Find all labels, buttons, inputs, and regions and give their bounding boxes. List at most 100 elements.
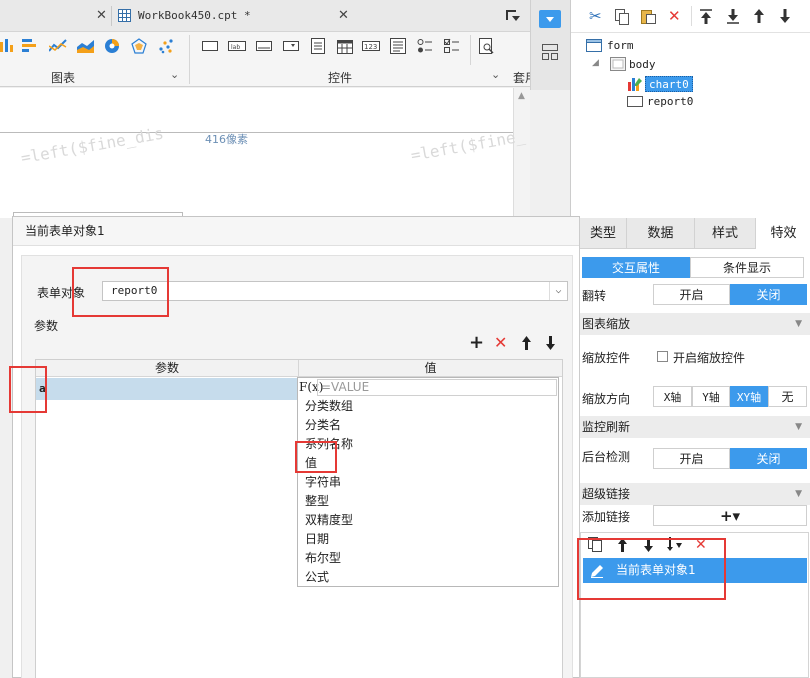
checkbox-group-widget-icon[interactable] bbox=[444, 38, 460, 54]
tab-effects[interactable]: 特效 bbox=[756, 218, 810, 249]
highlight-param-name bbox=[9, 366, 47, 413]
close-tab-icon[interactable]: ✕ bbox=[338, 8, 349, 23]
close-tab-icon[interactable]: ✕ bbox=[96, 8, 107, 23]
move-to-bottom-icon[interactable] bbox=[727, 9, 739, 24]
bg-check-on-button[interactable]: 开启 bbox=[653, 448, 730, 469]
group-divider bbox=[189, 35, 190, 84]
bg-check-off-button[interactable]: 关闭 bbox=[730, 448, 807, 469]
chevron-down-icon[interactable]: ⌄ bbox=[170, 68, 179, 81]
tab-style[interactable]: 样式 bbox=[695, 218, 756, 249]
zoom-widget-checkbox[interactable] bbox=[657, 351, 668, 362]
tree-node-body[interactable]: body bbox=[629, 57, 656, 73]
button-widget-icon[interactable] bbox=[256, 40, 272, 52]
tree-node-chart0[interactable]: chart0 bbox=[645, 76, 693, 92]
formula-watermark: =left($fine_dis bbox=[19, 123, 166, 168]
search-widget-icon[interactable] bbox=[479, 38, 495, 54]
delete-param-icon[interactable]: ✕ bbox=[494, 335, 507, 351]
zoom-widget-check-label: 开启缩放控件 bbox=[673, 351, 746, 365]
zoom-dir-none[interactable]: 无 bbox=[768, 386, 807, 407]
area-chart-icon[interactable] bbox=[77, 38, 95, 54]
zoom-section-header[interactable]: 图表缩放 ▼ bbox=[580, 313, 810, 335]
tab-data[interactable]: 数据 bbox=[627, 218, 695, 249]
layout-panel-icon[interactable] bbox=[542, 44, 558, 60]
type-option[interactable]: 双精度型 bbox=[305, 511, 353, 530]
add-link-button[interactable]: +▾ bbox=[653, 505, 807, 526]
type-option[interactable]: 分类数组 bbox=[305, 397, 353, 416]
tree-toolbar-divider bbox=[691, 6, 692, 26]
collapse-caret-icon[interactable]: ▼ bbox=[795, 483, 802, 505]
monitor-section-header[interactable]: 监控刷新 ▼ bbox=[580, 416, 810, 438]
canvas-scrollbar[interactable]: ▲ bbox=[513, 88, 530, 218]
date-widget-icon[interactable] bbox=[337, 38, 353, 54]
flip-on-button[interactable]: 开启 bbox=[653, 284, 730, 305]
list-widget-icon[interactable] bbox=[390, 38, 406, 54]
add-link-label: 添加链接 bbox=[582, 510, 631, 524]
component-panel-toggle[interactable] bbox=[539, 10, 561, 28]
zoom-dir-xy[interactable]: XY轴 bbox=[730, 386, 768, 407]
move-to-top-icon[interactable] bbox=[700, 9, 712, 24]
paste-icon[interactable] bbox=[641, 8, 656, 24]
tree-node-form[interactable]: form bbox=[607, 38, 634, 54]
hyperlink-section-header[interactable]: 超级链接 ▼ bbox=[580, 483, 810, 505]
chevron-down-icon[interactable]: ⌄ bbox=[491, 68, 500, 81]
radar-chart-icon[interactable] bbox=[131, 38, 147, 54]
pie-chart-icon[interactable] bbox=[104, 38, 120, 54]
collapse-caret-icon[interactable]: ▼ bbox=[795, 313, 802, 335]
zoom-dir-x[interactable]: X轴 bbox=[653, 386, 692, 407]
chevron-down-icon[interactable]: ⌵ bbox=[549, 282, 567, 300]
chart-group-label: 图表 bbox=[51, 71, 76, 85]
type-option[interactable]: 日期 bbox=[305, 530, 329, 549]
zoom-widget-label: 缩放控件 bbox=[582, 351, 631, 365]
body-node-icon bbox=[610, 57, 626, 71]
form-object-select[interactable]: report0 ⌵ bbox=[102, 281, 568, 301]
type-option[interactable]: 布尔型 bbox=[305, 549, 341, 568]
horizontal-bar-chart-icon[interactable] bbox=[22, 38, 38, 54]
tab-type[interactable]: 类型 bbox=[580, 218, 627, 249]
collapse-caret-icon[interactable]: ▼ bbox=[795, 416, 802, 438]
tree-node-report0[interactable]: report0 bbox=[647, 94, 693, 110]
add-param-icon[interactable]: + bbox=[469, 334, 484, 352]
bar-chart-icon[interactable] bbox=[0, 38, 14, 54]
textbox-widget-icon[interactable] bbox=[202, 40, 218, 52]
copy-icon[interactable] bbox=[615, 9, 629, 25]
type-option[interactable]: 整型 bbox=[305, 492, 329, 511]
label-widget-icon[interactable]: lab bbox=[228, 40, 246, 52]
formula-fx-icon[interactable]: F(x) bbox=[298, 378, 323, 396]
document-tab-bar: ✕ WorkBook450.cpt * ✕ bbox=[0, 0, 530, 32]
zoom-dir-y[interactable]: Y轴 bbox=[692, 386, 730, 407]
move-up-icon[interactable] bbox=[753, 9, 765, 24]
design-canvas: ▲ =left($fine_dis 416像素 =left($fine_ bbox=[0, 88, 530, 218]
chart-node-icon bbox=[628, 78, 642, 91]
move-param-up-icon[interactable] bbox=[521, 336, 532, 350]
tab-workbook450[interactable]: WorkBook450.cpt * bbox=[138, 0, 251, 32]
radio-group-widget-icon[interactable] bbox=[417, 38, 433, 54]
formula-input[interactable]: =VALUE bbox=[317, 379, 557, 396]
hyperlink-section-title: 超级链接 bbox=[582, 487, 631, 501]
delete-icon[interactable]: ✕ bbox=[668, 8, 681, 24]
move-down-icon[interactable] bbox=[779, 9, 791, 24]
report-group-label: 套用 bbox=[513, 71, 530, 85]
tab-menu-icon[interactable] bbox=[506, 10, 520, 22]
move-param-down-icon[interactable] bbox=[545, 336, 556, 350]
size-label: 416像素 bbox=[205, 133, 248, 146]
flip-off-button[interactable]: 关闭 bbox=[730, 284, 807, 305]
number-widget-icon[interactable]: 123 bbox=[362, 40, 380, 52]
multiline-widget-icon[interactable] bbox=[311, 38, 325, 54]
subtab-interaction[interactable]: 交互属性 bbox=[582, 257, 690, 278]
subtab-conditional-display[interactable]: 条件显示 bbox=[690, 257, 804, 278]
tree-expand-icon[interactable]: ◢ bbox=[592, 58, 599, 68]
type-option[interactable]: 分类名 bbox=[305, 416, 341, 435]
cut-icon[interactable]: ✂ bbox=[589, 8, 602, 24]
value-column-header: 值 bbox=[299, 360, 562, 377]
combobox-widget-icon[interactable] bbox=[283, 40, 299, 52]
form-node-icon bbox=[586, 39, 602, 52]
param-row-name[interactable]: a bbox=[36, 378, 299, 400]
param-column-header: 参数 bbox=[36, 360, 299, 377]
scatter-chart-icon[interactable] bbox=[158, 38, 174, 54]
line-chart-icon[interactable] bbox=[49, 38, 67, 54]
type-option[interactable]: 公式 bbox=[305, 568, 329, 587]
type-option[interactable]: 字符串 bbox=[305, 473, 341, 492]
dialog-title: 当前表单对象1 bbox=[13, 217, 579, 246]
flip-label: 翻转 bbox=[582, 289, 607, 303]
component-tree-panel: ✂ ✕ form ◢ body chart0 report0 bbox=[570, 0, 810, 218]
